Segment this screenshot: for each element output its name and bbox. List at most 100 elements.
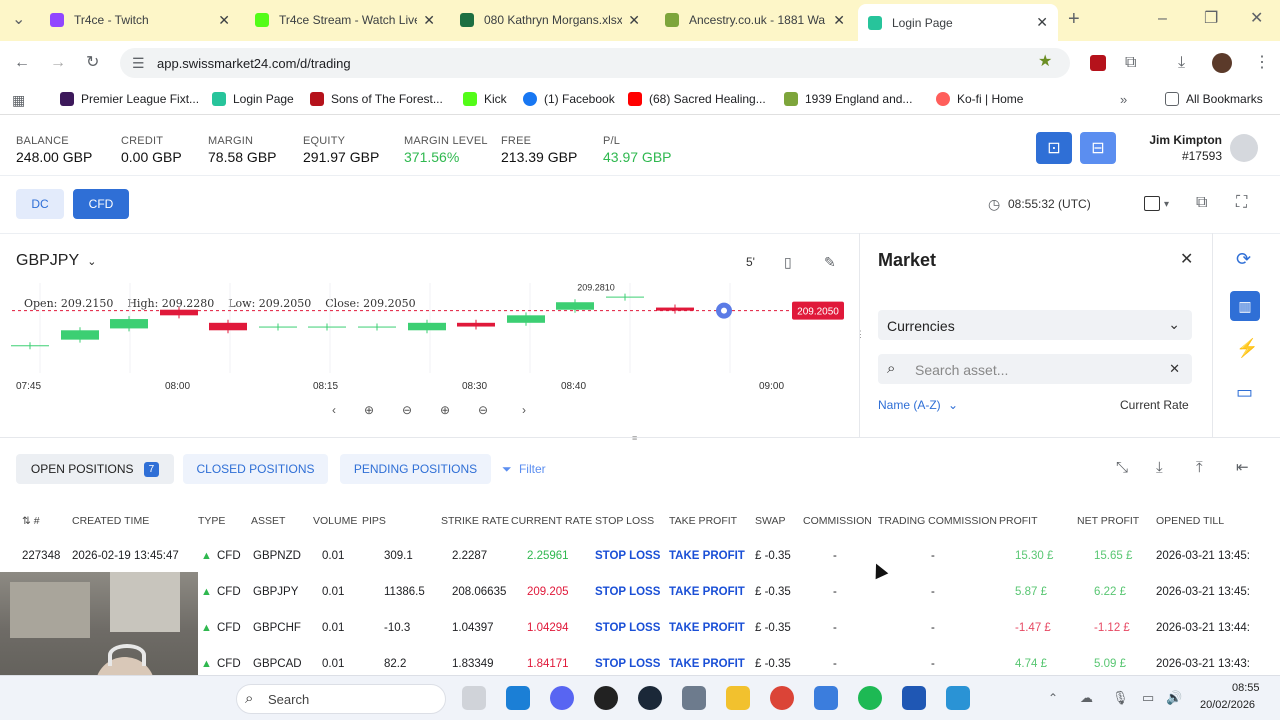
- tab-search-icon[interactable]: ⌄: [12, 12, 25, 28]
- back-icon[interactable]: ←: [14, 55, 30, 71]
- restore-icon[interactable]: ❐: [1204, 11, 1218, 27]
- col-stop-loss[interactable]: STOP LOSS: [595, 515, 654, 527]
- col-take-profit[interactable]: TAKE PROFIT: [669, 515, 737, 527]
- scroll-left-icon[interactable]: ‹: [332, 403, 336, 417]
- scroll-top-icon[interactable]: ⤒: [1196, 460, 1203, 476]
- dock-left-icon[interactable]: ⇤: [1236, 460, 1249, 476]
- cell-sl[interactable]: STOP LOSS: [595, 658, 660, 670]
- table-row[interactable]: ▲ 227348 2026-02-19 13:45:47 CFD GBPNZD 0.01 3…: [0, 538, 1280, 574]
- browser-tab[interactable]: Tr4ce - Twitch ✕: [40, 4, 240, 36]
- extensions-puzzle-icon[interactable]: ⧉: [1125, 55, 1136, 71]
- new-tab-icon[interactable]: +: [1068, 9, 1080, 29]
- market-watch-icon[interactable]: ⟳: [1236, 250, 1251, 268]
- withdraw-button[interactable]: ⊟: [1080, 132, 1116, 164]
- taskbar-app-icon[interactable]: [946, 686, 970, 710]
- col-created-time[interactable]: CREATED TIME: [72, 515, 149, 527]
- sort-name-button[interactable]: Name (A-Z) ⌄: [878, 398, 958, 412]
- cell-tp[interactable]: TAKE PROFIT: [669, 550, 745, 562]
- forward-icon[interactable]: →: [50, 55, 66, 71]
- bookmark-item[interactable]: 1939 England and...: [784, 92, 912, 106]
- deposit-button[interactable]: ⊡: [1036, 132, 1072, 164]
- download-icon[interactable]: ⤓: [1178, 55, 1185, 71]
- bookmark-item[interactable]: Sons of The Forest...: [310, 92, 443, 106]
- discord-icon[interactable]: [550, 686, 574, 710]
- onedrive-icon[interactable]: ☁: [1080, 690, 1093, 706]
- col-id[interactable]: ⇅ #: [22, 515, 40, 527]
- mode-dc-button[interactable]: DC: [16, 189, 64, 219]
- col-trading-commission[interactable]: TRADING COMMISSION: [878, 515, 997, 527]
- filter-button[interactable]: ⏷ Filter: [502, 462, 546, 477]
- bookmark-star-icon[interactable]: ★: [1038, 54, 1052, 70]
- cell-tp[interactable]: TAKE PROFIT: [669, 622, 745, 634]
- close-tab-icon[interactable]: ✕: [1036, 14, 1048, 31]
- zoom-reset-icon[interactable]: ⊖: [478, 403, 488, 417]
- volume-icon[interactable]: 🔊: [1166, 690, 1182, 706]
- cell-tp[interactable]: TAKE PROFIT: [669, 658, 745, 670]
- cell-tp[interactable]: TAKE PROFIT: [669, 586, 745, 598]
- bookmark-item[interactable]: (68) Sacred Healing...: [628, 92, 766, 106]
- interval-button[interactable]: 5': [746, 255, 755, 269]
- chat-icon[interactable]: ▭: [1236, 383, 1253, 401]
- minimize-icon[interactable]: –: [1158, 11, 1167, 27]
- bookmark-item[interactable]: Kick: [463, 92, 507, 106]
- all-bookmarks[interactable]: All Bookmarks: [1165, 92, 1263, 106]
- close-tab-icon[interactable]: ✕: [833, 12, 845, 29]
- col-type[interactable]: TYPE: [198, 515, 225, 527]
- cell-sl[interactable]: STOP LOSS: [595, 550, 660, 562]
- col-strike-rate[interactable]: STRIKE RATE: [441, 515, 509, 527]
- reload-icon[interactable]: ↻: [86, 55, 99, 71]
- apps-grid-icon[interactable]: ▦: [12, 92, 25, 108]
- bookmark-item[interactable]: Login Page: [212, 92, 294, 106]
- zoom-out-icon[interactable]: ⊖: [402, 403, 412, 417]
- browser-tab[interactable]: Ancestry.co.uk - 1881 Wa ✕: [655, 4, 855, 36]
- fullscreen-icon[interactable]: ⛶: [1236, 195, 1247, 211]
- microphone-icon[interactable]: 🎙: [1112, 690, 1129, 706]
- browser-tab[interactable]: 080 Kathryn Morgans.xlsx ✕: [450, 4, 650, 36]
- close-tab-icon[interactable]: ✕: [218, 12, 230, 29]
- drawing-tools-icon[interactable]: ✎: [824, 254, 836, 270]
- window-close-icon[interactable]: ✕: [1250, 11, 1263, 27]
- steam-icon[interactable]: [638, 686, 662, 710]
- asset-search-field[interactable]: ⌕ Search asset... ✕: [878, 354, 1192, 384]
- col-asset[interactable]: ASSET: [251, 515, 285, 527]
- browser-tab-active[interactable]: Login Page ✕: [858, 4, 1058, 41]
- search-input[interactable]: Search asset...: [915, 362, 1008, 378]
- symbol-selector[interactable]: GBPJPY ⌄: [16, 252, 97, 270]
- download-icon[interactable]: ⤓: [1156, 460, 1163, 476]
- bookmark-item[interactable]: Premier League Fixt...: [60, 92, 199, 106]
- user-avatar[interactable]: [1230, 134, 1258, 162]
- spotify-icon[interactable]: [858, 686, 882, 710]
- taskbar-app-icon[interactable]: [814, 686, 838, 710]
- signals-icon[interactable]: ⚡: [1236, 339, 1258, 357]
- candle-type-icon[interactable]: ▯: [784, 254, 792, 270]
- tab-pending-positions[interactable]: PENDING POSITIONS: [340, 454, 491, 484]
- bookmark-item[interactable]: Ko-fi | Home: [936, 92, 1023, 106]
- zoom-in-alt-icon[interactable]: ⊕: [440, 403, 450, 417]
- mode-cfd-button[interactable]: CFD: [73, 189, 129, 219]
- cell-sl[interactable]: STOP LOSS: [595, 586, 660, 598]
- col-opened-till[interactable]: OPENED TILL: [1156, 515, 1224, 527]
- tab-open-positions[interactable]: OPEN POSITIONS 7: [16, 454, 174, 484]
- taskbar-app-icon[interactable]: [902, 686, 926, 710]
- layout-dropdown-icon[interactable]: ▾: [1164, 197, 1169, 213]
- scroll-right-icon[interactable]: ›: [522, 403, 526, 417]
- browser-tab[interactable]: Tr4ce Stream - Watch Live ✕: [245, 4, 445, 36]
- clear-search-icon[interactable]: ✕: [1169, 361, 1180, 377]
- col-current-rate[interactable]: CURRENT RATE: [511, 515, 592, 527]
- site-info-icon[interactable]: ☰: [132, 55, 145, 71]
- taskbar-search[interactable]: ⌕ Search: [236, 684, 446, 714]
- close-icon[interactable]: ✕: [1180, 252, 1193, 268]
- taskbar-app-icon[interactable]: [462, 686, 486, 710]
- col-profit[interactable]: PROFIT: [999, 515, 1038, 527]
- close-tab-icon[interactable]: ✕: [423, 12, 435, 29]
- tab-closed-positions[interactable]: CLOSED POSITIONS: [183, 454, 328, 484]
- col-net-profit[interactable]: NET PROFIT: [1077, 515, 1139, 527]
- layout-select[interactable]: [1144, 196, 1160, 211]
- taskbar-app-icon[interactable]: [682, 686, 706, 710]
- profile-avatar[interactable]: [1212, 53, 1232, 73]
- collapse-icon[interactable]: ⤡: [1116, 460, 1128, 476]
- extension-icon[interactable]: [1090, 55, 1106, 71]
- col-commission[interactable]: COMMISSION: [803, 515, 872, 527]
- cell-sl[interactable]: STOP LOSS: [595, 622, 660, 634]
- bookmark-item[interactable]: (1) Facebook: [523, 92, 615, 106]
